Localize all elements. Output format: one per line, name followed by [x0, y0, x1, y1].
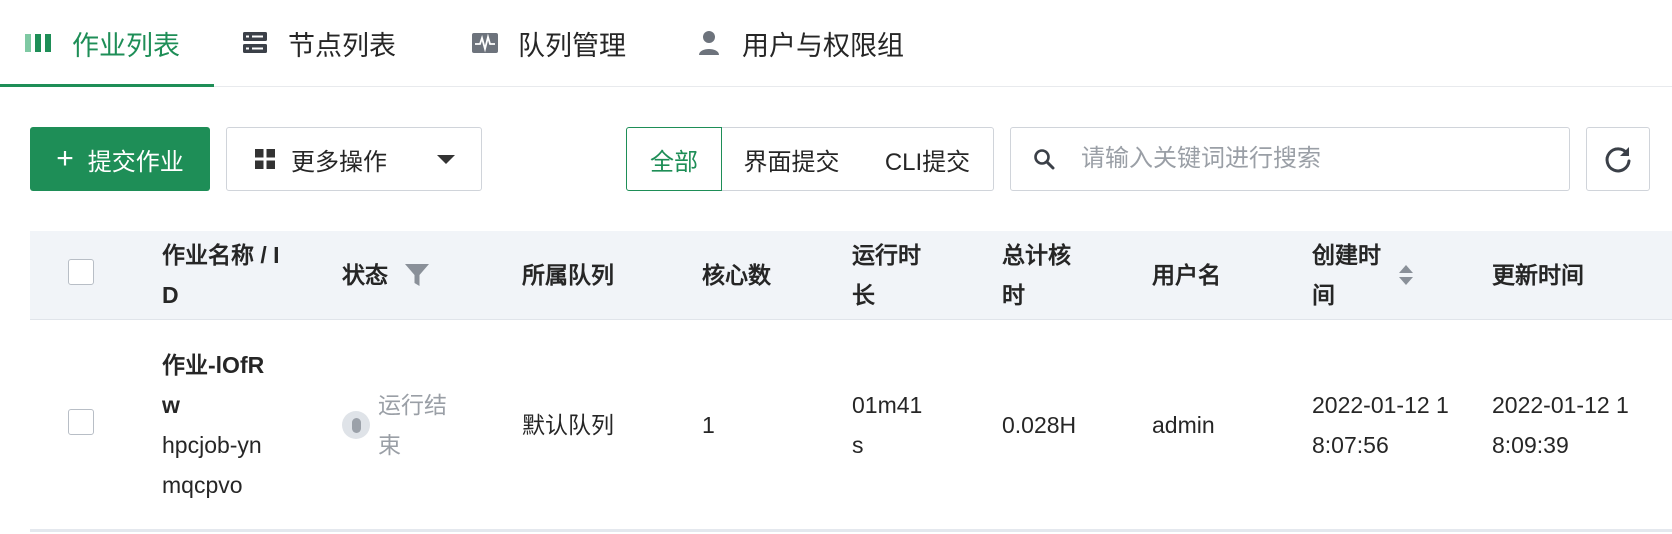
column-header-name[interactable]: 作业名称 / ID	[162, 231, 282, 319]
column-header-core-hours[interactable]: 总计核时	[1002, 231, 1092, 319]
job-cores: 1	[702, 412, 715, 438]
column-header-created-label: 创建时间	[1312, 242, 1381, 308]
table-row[interactable]: 作业-lOfRw hpcjob-ynmqcpvo 运行结束 默认队列 1 01m…	[30, 320, 1672, 530]
search-icon	[1033, 148, 1055, 170]
more-actions-label: 更多操作	[291, 148, 387, 176]
column-header-created[interactable]: 创建时间	[1312, 231, 1482, 319]
job-user: admin	[1152, 412, 1215, 438]
top-tab-bar: 作业列表 节点列表 队列管理 用户与权限组	[0, 0, 1672, 87]
job-core-hours: 0.028H	[1002, 412, 1077, 438]
job-queue: 默认队列	[522, 412, 614, 438]
tab-queues[interactable]: 队列管理	[470, 0, 626, 86]
tab-users-permissions[interactable]: 用户与权限组	[694, 0, 904, 86]
active-tab-indicator	[0, 84, 214, 87]
tab-jobs[interactable]: 作业列表	[24, 0, 180, 86]
sort-icon[interactable]	[1398, 264, 1414, 286]
column-header-status-label: 状态	[342, 262, 388, 288]
column-header-queue[interactable]: 所属队列	[522, 231, 672, 319]
table-header: 作业名称 / ID 状态 所属队列 核心数 运行时长 总计核时 用户名 创建时间…	[30, 231, 1672, 320]
tab-label: 节点列表	[288, 30, 396, 61]
monitor-wave-icon	[470, 28, 500, 58]
job-name-cell: 作业-lOfRw hpcjob-ynmqcpvo	[162, 345, 268, 505]
filter-icon[interactable]	[404, 263, 430, 287]
refresh-button[interactable]	[1586, 127, 1650, 191]
column-header-runtime[interactable]: 运行时长	[852, 231, 942, 319]
status-stopped-icon	[342, 411, 370, 439]
job-created-time: 2022-01-12 18:07:56	[1312, 392, 1449, 458]
search-input[interactable]	[1079, 144, 1553, 174]
tab-nodes[interactable]: 节点列表	[240, 0, 396, 86]
submit-job-label: 提交作业	[87, 148, 184, 176]
filter-ui-submit[interactable]: 界面提交	[721, 127, 863, 191]
job-updated-time: 2022-01-12 18:09:39	[1492, 392, 1629, 458]
tab-label: 用户与权限组	[742, 30, 904, 61]
tab-label: 队列管理	[518, 30, 626, 61]
filter-cli-submit[interactable]: CLI提交	[862, 127, 994, 191]
column-header-updated[interactable]: 更新时间	[1492, 231, 1662, 319]
row-checkbox[interactable]	[68, 409, 94, 435]
job-name-link[interactable]: 作业-lOfRw	[162, 345, 268, 425]
column-header-status[interactable]: 状态	[342, 231, 502, 319]
caret-down-icon	[437, 155, 455, 164]
filter-all[interactable]: 全部	[626, 127, 722, 191]
job-status: 运行结束	[378, 392, 447, 458]
refresh-icon	[1603, 144, 1633, 174]
filter-ui-submit-label: 界面提交	[743, 148, 840, 176]
column-header-cores[interactable]: 核心数	[702, 231, 822, 319]
select-all-checkbox[interactable]	[68, 259, 94, 285]
search-box[interactable]	[1010, 127, 1570, 191]
user-icon	[694, 28, 724, 58]
grid-icon	[255, 149, 275, 169]
table-row-divider	[30, 529, 1672, 532]
plus-icon: +	[56, 142, 74, 175]
bars-icon	[24, 28, 54, 58]
filter-cli-submit-label: CLI提交	[884, 148, 971, 176]
column-header-user[interactable]: 用户名	[1152, 231, 1272, 319]
tab-label: 作业列表	[72, 30, 180, 61]
filter-all-label: 全部	[650, 148, 698, 176]
more-actions-dropdown[interactable]: 更多操作	[226, 127, 482, 191]
job-runtime: 01m41s	[852, 392, 923, 458]
submit-job-button[interactable]: + 提交作业	[30, 127, 210, 191]
server-icon	[240, 28, 270, 58]
job-id: hpcjob-ynmqcpvo	[162, 432, 262, 498]
